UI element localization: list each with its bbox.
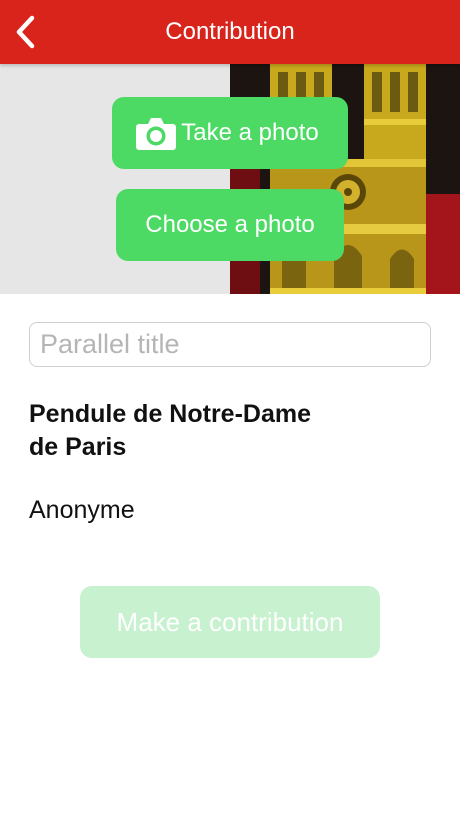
page-title: Contribution [165,18,295,45]
choose-photo-label: Choose a photo [145,211,315,238]
take-photo-label: Take a photo [181,119,319,146]
camera-icon [135,115,177,151]
parallel-title-input[interactable] [29,322,431,367]
artwork-title-line-1: Pendule de Notre-Dame [29,400,312,428]
make-contribution-label: Make a contribution [116,606,344,637]
make-contribution-button[interactable]: Make a contribution [80,586,380,658]
choose-photo-button[interactable]: Choose a photo [116,189,344,261]
photo-area: Take a photo Choose a photo [0,64,460,294]
artwork-title: Pendule de Notre-Dame de Paris [29,398,369,464]
artist-name: Anonyme [29,496,135,524]
navigation-bar: Contribution [0,0,460,64]
take-photo-button[interactable]: Take a photo [112,97,348,169]
artwork-title-line-2: de Paris [29,433,127,461]
